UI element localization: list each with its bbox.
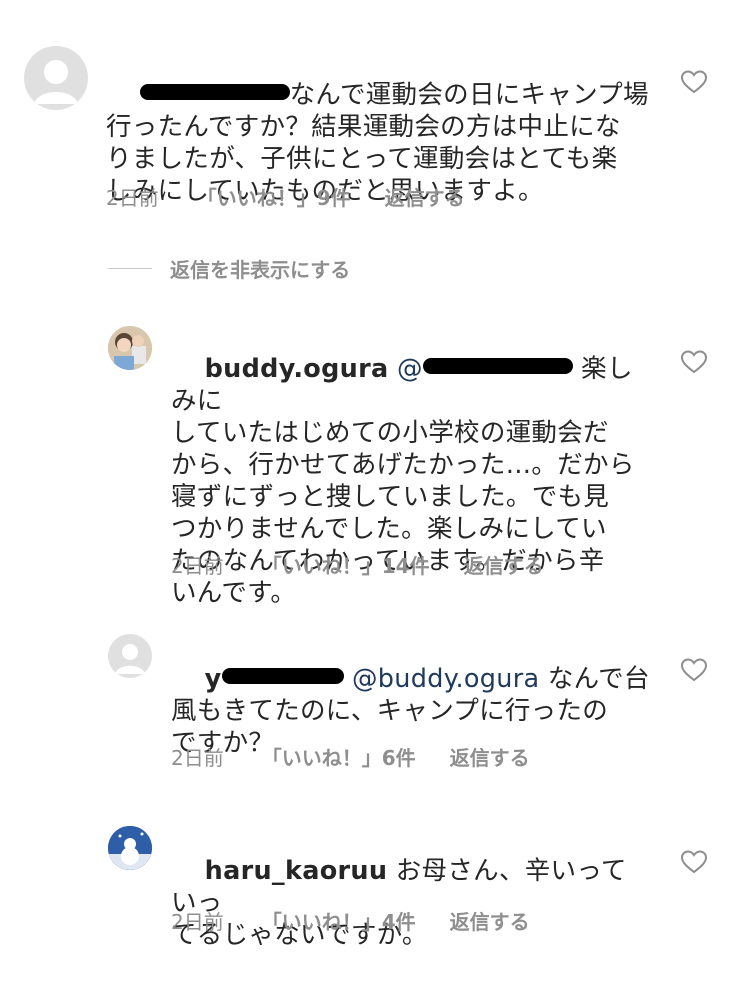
like-count[interactable]: 「いいね！」14件 xyxy=(262,550,430,579)
divider xyxy=(108,268,152,269)
like-count[interactable]: 「いいね！」9件 xyxy=(197,182,351,211)
comment-meta: 2日前 「いいね！」6件 返信する xyxy=(171,742,530,771)
timestamp: 2日前 xyxy=(171,910,224,934)
comment-text: buddy.ogura @ 楽しみに していたはじめての小学校の運動会だ から、行か… xyxy=(171,354,635,608)
timestamp: 2日前 xyxy=(171,746,224,770)
reply-button[interactable]: 返信する xyxy=(450,906,530,935)
timestamp: 2日前 xyxy=(106,186,159,210)
comment-meta: 2日前 「いいね！」14件 返信する xyxy=(171,550,544,579)
timestamp: 2日前 xyxy=(171,554,224,578)
user-avatar[interactable] xyxy=(108,326,152,370)
heart-outline-icon[interactable] xyxy=(681,350,707,374)
username-link[interactable]: buddy.ogura xyxy=(205,354,389,384)
username-link[interactable]: haru_kaoruu xyxy=(205,856,388,886)
heart-outline-icon[interactable] xyxy=(681,658,707,682)
reply-button[interactable]: 返信する xyxy=(385,182,465,211)
hide-replies-button[interactable]: 返信を非表示にする xyxy=(108,254,350,283)
comment-meta: 2日前 「いいね！」9件 返信する xyxy=(106,182,465,211)
mention-link[interactable]: @buddy.ogura xyxy=(352,664,539,694)
default-avatar-icon[interactable] xyxy=(24,46,88,110)
comment-meta: 2日前 「いいね！」4件 返信する xyxy=(171,906,530,935)
reply-button[interactable]: 返信する xyxy=(464,550,544,579)
mention-link[interactable]: @ xyxy=(397,354,573,384)
comment-text: haru_kaoruu お母さん、辛いっていっ てるじゃないですか。 xyxy=(171,856,627,950)
like-count[interactable]: 「いいね！」6件 xyxy=(262,742,416,771)
default-avatar-icon[interactable] xyxy=(108,634,152,678)
username-link[interactable]: y xyxy=(205,664,344,694)
redacted-username[interactable] xyxy=(139,84,290,100)
heart-outline-icon[interactable] xyxy=(681,850,707,874)
like-count[interactable]: 「いいね！」4件 xyxy=(262,906,416,935)
reply-button[interactable]: 返信する xyxy=(450,742,530,771)
heart-outline-icon[interactable] xyxy=(681,70,707,94)
user-avatar[interactable] xyxy=(108,826,152,870)
